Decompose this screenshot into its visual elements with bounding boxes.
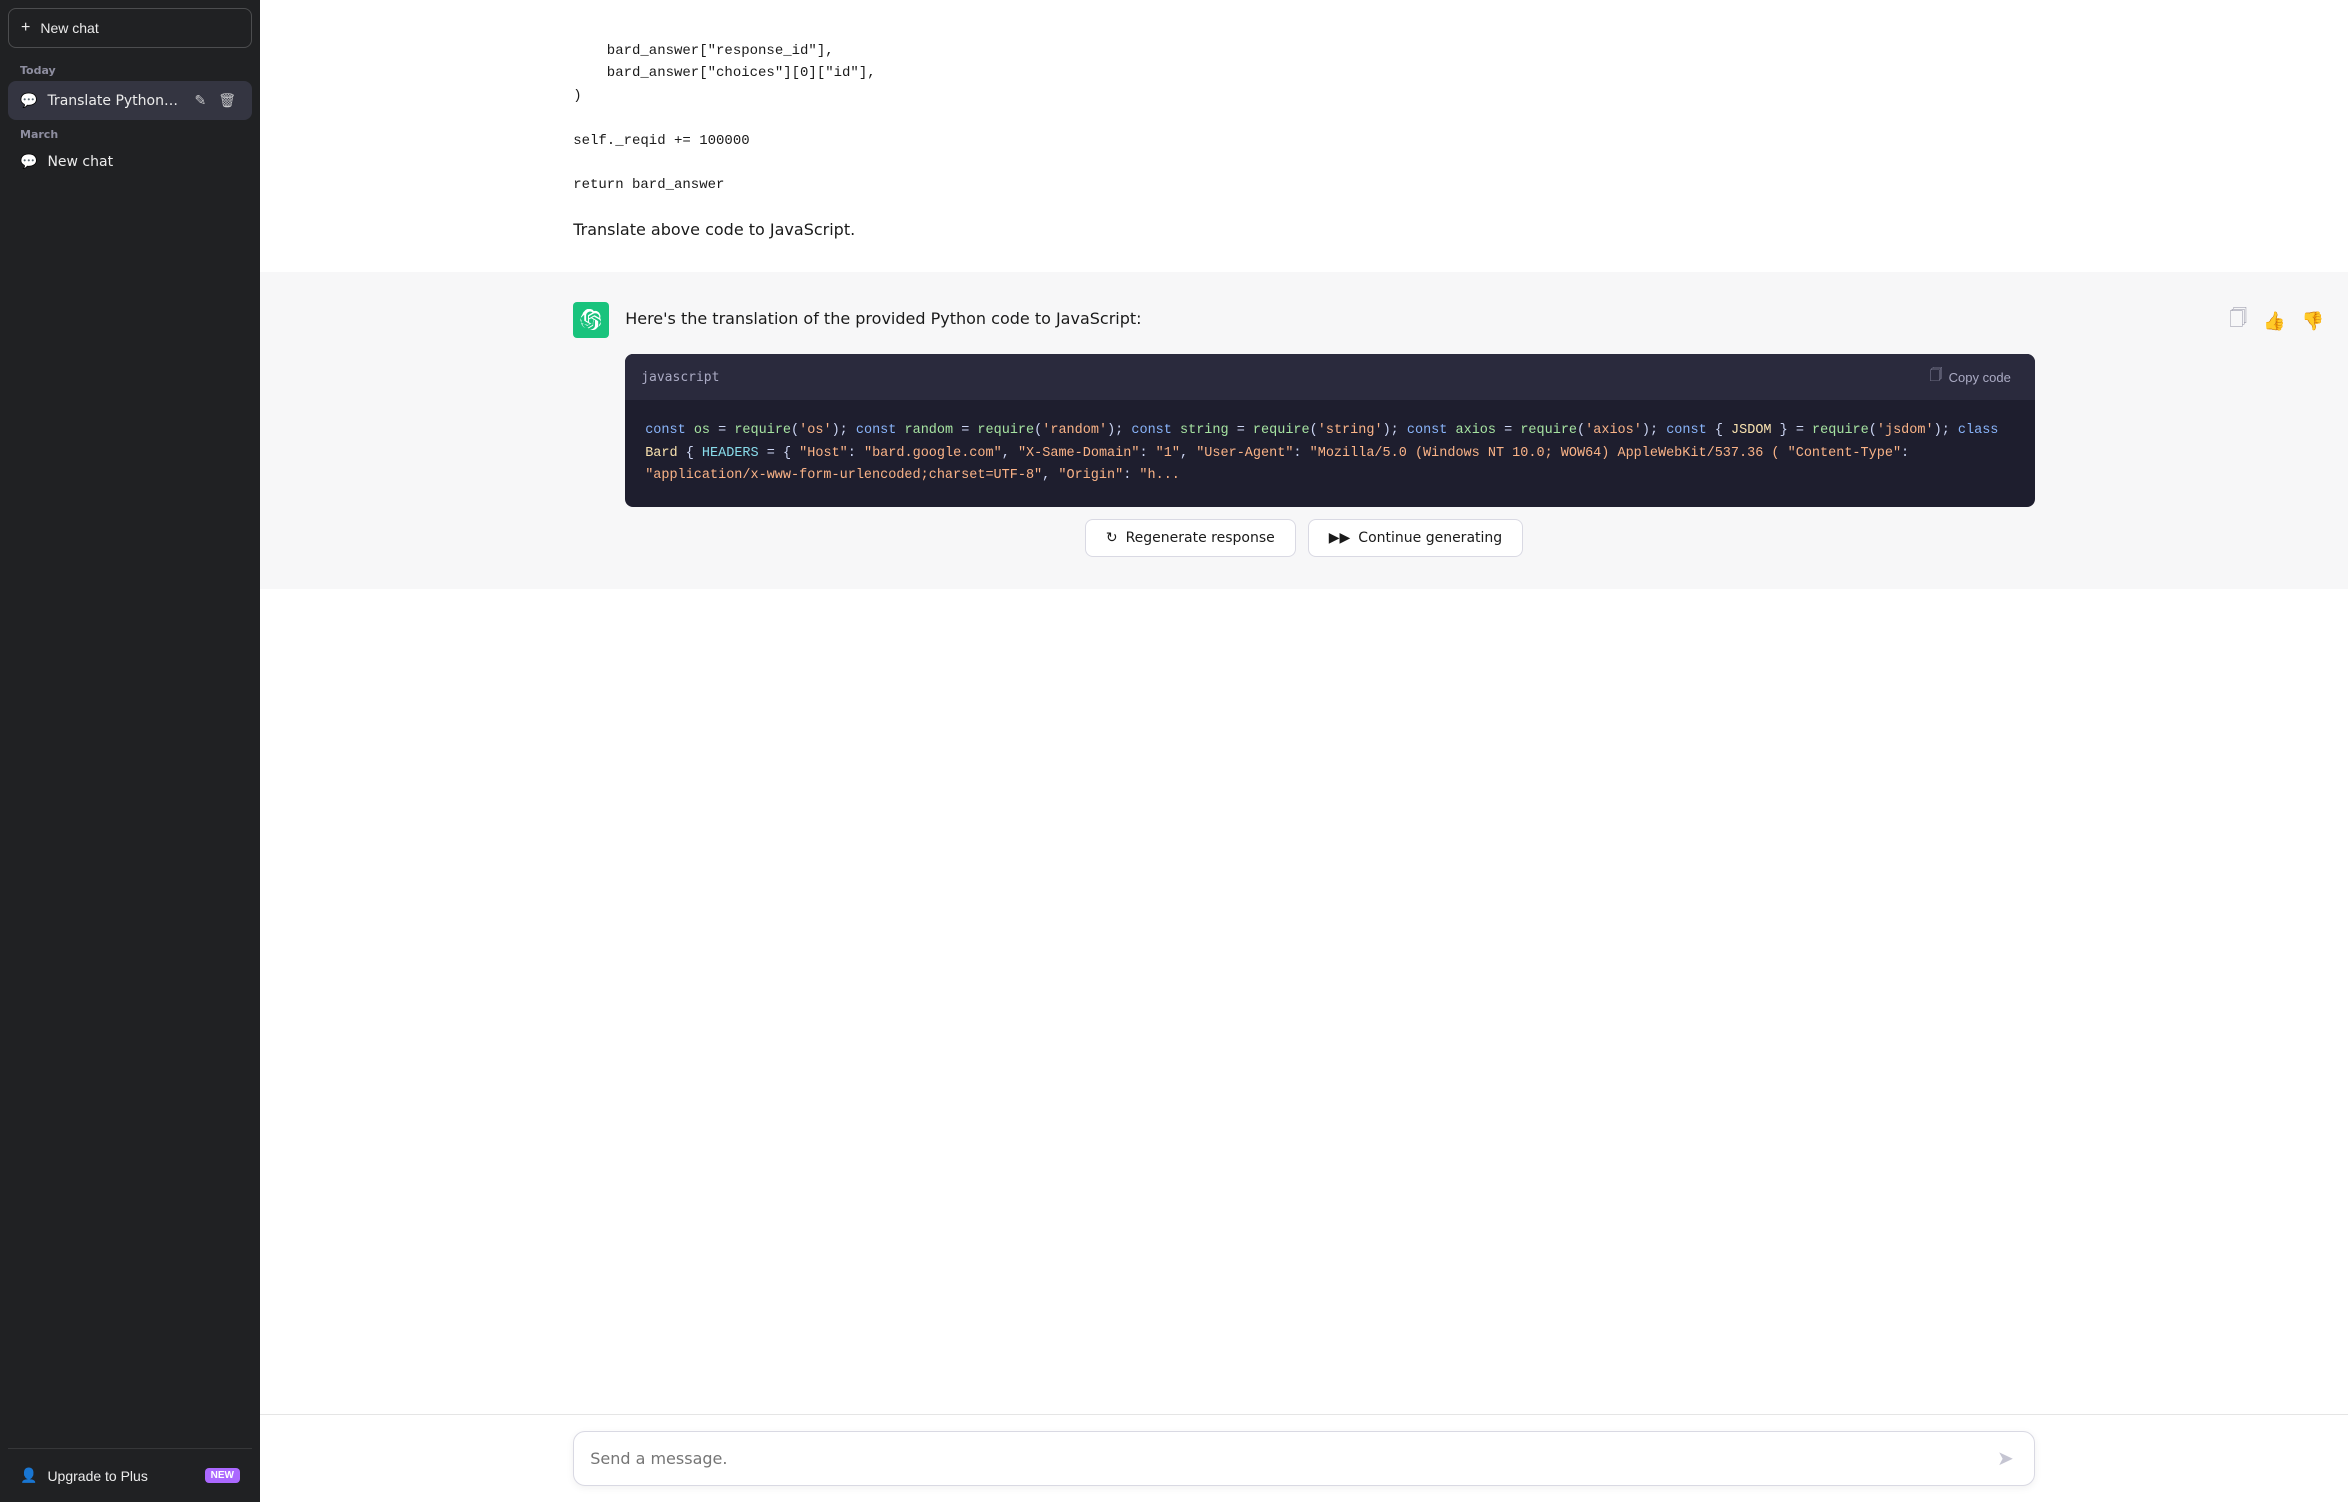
assistant-actions: 🗍 👍 👎 bbox=[2225, 302, 2328, 340]
user-icon: 👤 bbox=[20, 1467, 37, 1484]
copy-code-label: Copy code bbox=[1949, 370, 2011, 385]
assistant-intro-text: Here's the translation of the provided P… bbox=[625, 306, 1141, 332]
user-message-section: bard_answer["response_id"], bard_answer[… bbox=[260, 0, 2348, 272]
chat-icon: 💬 bbox=[20, 93, 37, 109]
translate-text: Translate above code to JavaScript. bbox=[573, 217, 2035, 243]
user-code-block: bard_answer["response_id"], bard_answer[… bbox=[573, 40, 2035, 197]
continue-generating-button[interactable]: ▶▶ Continue generating bbox=[1308, 519, 1523, 557]
chat-actions: ✎ 🗑 bbox=[190, 90, 240, 111]
openai-logo-icon bbox=[580, 309, 602, 331]
code-block-header: javascript 🗍 Copy code bbox=[625, 354, 2035, 400]
delete-chat-button[interactable]: 🗑 bbox=[214, 90, 240, 111]
chatgpt-avatar bbox=[573, 302, 609, 338]
regenerate-bar: ↻ Regenerate response ▶▶ Continue genera… bbox=[573, 507, 2035, 569]
today-section-label: Today bbox=[8, 56, 252, 81]
copy-code-button[interactable]: 🗍 Copy code bbox=[1922, 362, 2019, 392]
sidebar-item-translate-python[interactable]: 💬 Translate Python to Jav ✎ 🗑 bbox=[8, 81, 252, 120]
assistant-header: Here's the translation of the provided P… bbox=[573, 302, 2035, 338]
regenerate-label: Regenerate response bbox=[1126, 530, 1275, 546]
thumbs-down-button[interactable]: 👎 bbox=[2298, 302, 2328, 340]
sidebar: + New chat Today 💬 Translate Python to J… bbox=[0, 0, 260, 1502]
chat-item-label-march: New chat bbox=[47, 154, 240, 170]
assistant-section: 🗍 👍 👎 Here's the translation of the prov… bbox=[260, 272, 2348, 589]
copy-button[interactable]: 🗍 bbox=[2225, 302, 2251, 340]
plus-icon: + bbox=[21, 19, 30, 37]
chat-icon-march: 💬 bbox=[20, 154, 37, 170]
new-chat-button[interactable]: + New chat bbox=[8, 8, 252, 48]
input-area: ➤ bbox=[260, 1414, 2348, 1502]
new-chat-label: New chat bbox=[40, 20, 98, 36]
continue-icon: ▶▶ bbox=[1329, 530, 1351, 546]
copy-icon: 🗍 bbox=[1930, 366, 1943, 388]
code-language-label: javascript bbox=[641, 370, 719, 385]
new-badge: NEW bbox=[205, 1468, 240, 1483]
chat-item-label: Translate Python to Jav bbox=[47, 93, 180, 109]
message-input[interactable] bbox=[590, 1449, 1993, 1468]
code-body: const os = require('os'); const random =… bbox=[625, 400, 2035, 507]
message-input-box: ➤ bbox=[573, 1431, 2035, 1486]
regenerate-icon: ↻ bbox=[1106, 530, 1118, 546]
send-button[interactable]: ➤ bbox=[1993, 1442, 2018, 1475]
edit-chat-button[interactable]: ✎ bbox=[190, 90, 210, 111]
continue-label: Continue generating bbox=[1358, 530, 1502, 546]
chat-area: bard_answer["response_id"], bard_answer[… bbox=[260, 0, 2348, 1414]
upgrade-to-plus-button[interactable]: 👤 Upgrade to Plus NEW bbox=[8, 1457, 252, 1494]
sidebar-item-new-chat-march[interactable]: 💬 New chat bbox=[8, 145, 252, 179]
main-area: bard_answer["response_id"], bard_answer[… bbox=[260, 0, 2348, 1502]
thumbs-up-button[interactable]: 👍 bbox=[2259, 302, 2289, 340]
upgrade-label: Upgrade to Plus bbox=[47, 1468, 147, 1484]
march-section-label: March bbox=[8, 120, 252, 145]
regenerate-response-button[interactable]: ↻ Regenerate response bbox=[1085, 519, 1296, 557]
code-block-container: javascript 🗍 Copy code const os = requir… bbox=[625, 354, 2035, 507]
sidebar-divider bbox=[8, 1448, 252, 1449]
